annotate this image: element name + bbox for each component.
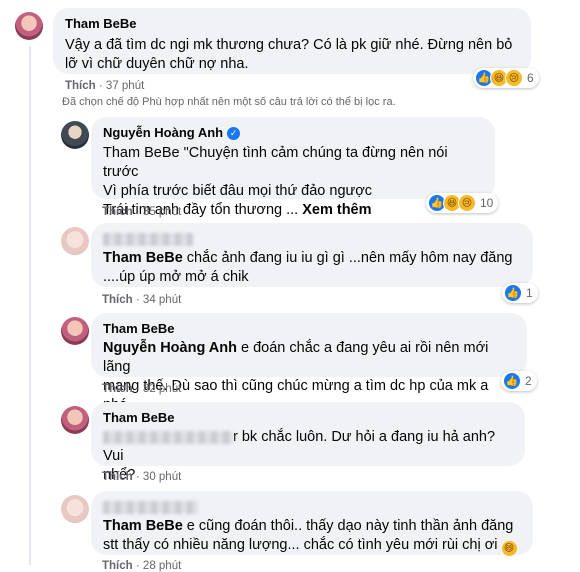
comment-text-line: Nguyễn Hoàng Anh e đoán chắc a đang yêu … (103, 339, 515, 377)
comment-time[interactable]: 32 phút (143, 383, 181, 395)
comment-author[interactable]: Tham BeBe (103, 410, 513, 426)
comment-time[interactable]: 30 phút (143, 471, 181, 483)
like-link[interactable]: Thích (102, 471, 133, 483)
mention-link[interactable]: Nguyễn Hoàng Anh (103, 340, 237, 356)
like-icon: 👍 (504, 284, 522, 302)
time-separator: · (135, 471, 140, 483)
time-separator: · (135, 383, 140, 395)
reaction-count: 6 (527, 71, 534, 85)
comment-author[interactable]: Tham BeBe (65, 16, 519, 32)
reaction-summary[interactable]: 👍 1 (502, 283, 538, 303)
comment-text-line: r bk chắc luôn. Dư hỏi a đang iu hả anh?… (103, 428, 513, 466)
comment-text: e cũng đoán thôi.. thấy dạo này tinh thầ… (182, 518, 514, 534)
see-more-link[interactable]: Xem thêm (302, 202, 371, 218)
comment-time[interactable]: 34 phút (143, 294, 181, 306)
comment-actions: Thích · 32 phút (102, 383, 181, 395)
comment-text-line: stt thấy có nhiều năng lượng... chắc có … (103, 536, 521, 556)
mention-link[interactable]: Tham BeBe (103, 250, 183, 266)
avatar[interactable] (61, 227, 89, 255)
sad-icon: 😢 (505, 69, 523, 87)
comment-bubble: Tham BeBe e cũng đoán thôi.. thấy dạo nà… (91, 491, 533, 556)
thread-line (29, 46, 31, 565)
avatar[interactable] (61, 495, 89, 523)
comment-text-line: lỡ vì chữ duyên chữ nợ nha. (65, 56, 249, 72)
reaction-count: 1 (526, 286, 533, 300)
avatar[interactable] (61, 406, 89, 434)
like-link[interactable]: Thích (102, 383, 133, 395)
time-separator: · (98, 80, 103, 92)
comment-actions: Thích · 30 phút (102, 471, 181, 483)
comment-text-line: Tham BeBe chắc ảnh đang iu iu gì gì ...n… (103, 249, 521, 268)
redacted-name (103, 501, 198, 515)
comment-actions: Thích · 35 phút (102, 206, 181, 218)
comment-author-redacted (103, 499, 521, 515)
reaction-summary[interactable]: 👍 😆 😢 10 (426, 193, 499, 213)
comment-bubble: Tham BeBe Vậy a đã tìm dc ngi mk thương … (53, 8, 531, 74)
like-icon: 👍 (503, 372, 521, 390)
reaction-count: 10 (480, 196, 494, 210)
redacted-name (103, 233, 193, 247)
reaction-summary[interactable]: 👍 😆 😢 6 (473, 68, 539, 88)
comment-text-line: ....úp úp mở mở á chik (103, 269, 249, 285)
comment-bubble: Tham BeBe chắc ảnh đang iu iu gì gì ...n… (91, 223, 533, 287)
like-link[interactable]: Thích (65, 80, 96, 92)
reaction-summary[interactable]: 👍 2 (501, 371, 537, 391)
comment-actions: Thích · 37 phút (65, 80, 144, 92)
avatar[interactable] (15, 12, 43, 40)
comment-author[interactable]: Nguyễn Hoàng Anh ✓ (103, 125, 483, 141)
comment-text-line: Tham BeBe "Chuyện tình cảm chúng ta đừng… (103, 145, 448, 180)
redacted-text (103, 430, 233, 444)
avatar[interactable] (61, 317, 89, 345)
time-separator: · (135, 206, 140, 218)
like-link[interactable]: Thích (102, 294, 133, 306)
comment-author[interactable]: Tham BeBe (103, 321, 515, 337)
verified-badge-icon: ✓ (227, 126, 241, 140)
comment-actions: Thích · 28 phút (102, 560, 181, 572)
filter-notice: Đã chọn chế độ Phù hợp nhất nên một số c… (62, 96, 396, 108)
comment-time[interactable]: 35 phút (143, 206, 181, 218)
comment-author-redacted (103, 231, 521, 247)
grin-emoji-icon: 😄 (501, 541, 517, 556)
comment-text-line: Tham BeBe e cũng đoán thôi.. thấy dạo nà… (103, 517, 521, 536)
time-separator: · (135, 294, 140, 306)
comment-time[interactable]: 28 phút (143, 560, 181, 572)
reaction-count: 2 (525, 374, 532, 388)
comment-text: chắc ảnh đang iu iu gì gì ...nên mấy hôm… (182, 250, 513, 266)
like-link[interactable]: Thích (102, 560, 133, 572)
time-separator: · (135, 560, 140, 572)
mention-link[interactable]: Tham BeBe (103, 518, 183, 534)
comment-text-line: Vậy a đã tìm dc ngi mk thương chưa? Có l… (65, 37, 513, 53)
comment-bubble: Tham BeBe r bk chắc luôn. Dư hỏi a đang … (91, 402, 525, 483)
avatar[interactable] (61, 121, 89, 149)
comment-actions: Thích · 34 phút (102, 294, 181, 306)
like-link[interactable]: Thích (102, 206, 133, 218)
comment-bubble: Nguyễn Hoàng Anh ✓ Tham BeBe "Chuyện tìn… (91, 117, 495, 218)
comment-time[interactable]: 37 phút (106, 80, 144, 92)
sad-icon: 😢 (458, 194, 476, 212)
author-name: Nguyễn Hoàng Anh (103, 125, 224, 140)
comment-bubble: Tham BeBe Nguyễn Hoàng Anh e đoán chắc a… (91, 313, 527, 413)
comment-text: stt thấy có nhiều năng lượng... chắc có … (103, 537, 502, 553)
